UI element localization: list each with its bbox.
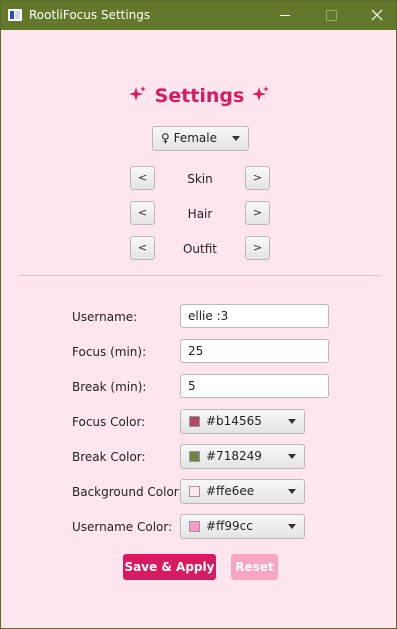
page-title: Settings <box>1 85 396 107</box>
username-color-picker[interactable]: #ff99cc <box>180 514 305 539</box>
sparkle-icon <box>251 86 269 101</box>
app-icon <box>8 9 22 21</box>
focus-color-label: Focus Color: <box>72 415 146 429</box>
minimize-button[interactable] <box>262 1 308 30</box>
outfit-label: Outfit <box>182 242 218 256</box>
break-color-swatch <box>189 451 200 462</box>
save-apply-button[interactable]: Save & Apply <box>123 554 216 580</box>
background-color-picker[interactable]: #ffe6ee <box>180 479 305 504</box>
chevron-down-icon <box>288 489 296 494</box>
focus-color-value: #b14565 <box>206 414 262 428</box>
section-divider <box>19 275 380 276</box>
page-title-text: Settings <box>154 85 245 107</box>
outfit-prev-button[interactable]: < <box>130 236 155 260</box>
sparkle-icon <box>129 86 147 101</box>
hair-label: Hair <box>187 207 213 221</box>
chevron-down-icon <box>288 419 296 424</box>
background-color-label: Background Color: <box>72 485 183 499</box>
background-color-swatch <box>189 486 200 497</box>
close-icon <box>371 9 383 21</box>
chevron-down-icon <box>288 454 296 459</box>
background-color-value: #ffe6ee <box>206 484 255 498</box>
focus-minutes-field[interactable] <box>180 339 329 363</box>
focus-color-swatch <box>189 416 200 427</box>
break-color-picker[interactable]: #718249 <box>180 444 305 469</box>
username-color-value: #ff99cc <box>206 519 253 533</box>
settings-window: RootliFocus Settings Settings ♀ Female <… <box>0 0 397 629</box>
window-title: RootliFocus Settings <box>29 8 151 22</box>
hair-prev-button[interactable]: < <box>130 201 155 225</box>
chevron-down-icon <box>288 524 296 529</box>
break-minutes-field[interactable] <box>180 374 329 398</box>
break-color-label: Break Color: <box>72 450 146 464</box>
skin-next-button[interactable]: > <box>245 166 270 190</box>
username-field[interactable] <box>180 304 329 328</box>
focus-color-picker[interactable]: #b14565 <box>180 409 305 434</box>
username-color-label: Username Color: <box>72 520 173 534</box>
username-color-swatch <box>189 521 200 532</box>
focus-minutes-label: Focus (min): <box>72 345 147 359</box>
chevron-down-icon <box>232 136 240 141</box>
break-minutes-label: Break (min): <box>72 380 147 394</box>
outfit-next-button[interactable]: > <box>245 236 270 260</box>
gender-select[interactable]: ♀ Female <box>152 126 249 151</box>
gender-select-value: ♀ Female <box>161 131 217 145</box>
skin-label: Skin <box>187 172 213 186</box>
reset-button: Reset <box>231 554 278 580</box>
hair-next-button[interactable]: > <box>245 201 270 225</box>
username-label: Username: <box>72 310 138 324</box>
break-color-value: #718249 <box>206 449 262 463</box>
close-button[interactable] <box>354 1 396 30</box>
maximize-button <box>308 1 354 30</box>
title-bar[interactable]: RootliFocus Settings <box>1 1 396 30</box>
skin-prev-button[interactable]: < <box>130 166 155 190</box>
